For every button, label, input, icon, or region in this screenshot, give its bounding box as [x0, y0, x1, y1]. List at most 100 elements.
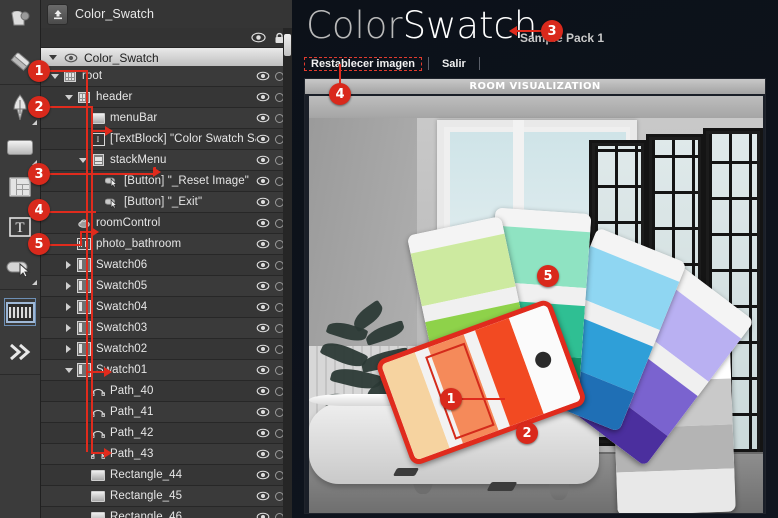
eye-icon[interactable]	[256, 71, 275, 81]
layer-row[interactable]: menuBar	[41, 108, 292, 129]
chevron-down-icon[interactable]	[63, 92, 74, 103]
viewer-header: ROOM VISUALIZATION	[305, 79, 765, 94]
toolbar-group-3	[0, 290, 40, 375]
folder-icon	[77, 258, 91, 272]
eye-icon[interactable]	[256, 491, 275, 501]
chevron-down-icon[interactable]	[49, 71, 60, 82]
eye-icon[interactable]	[256, 512, 275, 518]
chevron-right-icon[interactable]	[63, 281, 74, 292]
eye-icon[interactable]	[256, 302, 275, 312]
leader-2-h	[49, 106, 92, 108]
layer-row[interactable]: Path_41	[41, 402, 292, 423]
layer-row[interactable]: Swatch02	[41, 339, 292, 360]
eye-icon[interactable]	[256, 176, 275, 186]
layer-row[interactable]: Swatch04	[41, 297, 292, 318]
eye-icon[interactable]	[256, 281, 275, 291]
layer-row[interactable]: Path_40	[41, 381, 292, 402]
layer-row[interactable]: Swatch01	[41, 360, 292, 381]
chevron-down-icon[interactable]	[63, 365, 74, 376]
folder-icon	[77, 321, 91, 335]
eye-icon[interactable]	[256, 218, 275, 228]
eye-icon[interactable]	[256, 197, 275, 207]
eye-icon[interactable]	[256, 323, 275, 333]
swatch-fan[interactable]	[374, 207, 763, 513]
chevron-right-icon[interactable]	[63, 260, 74, 271]
eye-icon[interactable]	[256, 344, 275, 354]
rect-icon	[91, 468, 105, 482]
layer-label: Path_42	[110, 427, 154, 439]
eye-icon[interactable]	[256, 134, 275, 144]
eye-icon[interactable]	[251, 32, 266, 43]
leader-path40-h	[86, 371, 106, 373]
stack-icon	[91, 153, 105, 167]
text-icon: I	[91, 132, 105, 146]
eye-icon[interactable]	[256, 92, 275, 102]
chevron-down-icon[interactable]	[47, 52, 58, 63]
button-cursor-icon	[5, 254, 35, 280]
leader-rect44-arrow	[104, 448, 112, 458]
leader-5-arrow	[91, 227, 99, 237]
reset-image-button[interactable]: Restablecer imagen	[304, 56, 422, 71]
exit-button[interactable]: Salir	[435, 57, 473, 71]
eye-icon[interactable]	[256, 239, 275, 249]
layer-row[interactable]: Path_42	[41, 423, 292, 444]
root-layer-label: Color_Swatch	[84, 50, 159, 65]
double-chevron-right-icon	[5, 339, 35, 365]
room-viewer: ROOM VISUALIZATION 5 1 2	[304, 78, 766, 514]
layer-row[interactable]: header	[41, 87, 292, 108]
path-icon	[91, 384, 105, 398]
toolbar-stamp-tool[interactable]	[0, 2, 40, 42]
menu-bar: Restablecer imagen Salir	[304, 55, 764, 72]
chevron-right-icon[interactable]	[63, 323, 74, 334]
panel-title: Color_Swatch	[75, 7, 155, 21]
rectangle-icon	[5, 134, 35, 160]
app-window: T Color_Swatch Color_Swatch root header …	[0, 0, 778, 518]
layer-row[interactable]: stackMenu	[41, 150, 292, 171]
chevron-right-icon[interactable]	[63, 302, 74, 313]
layer-label: Swatch01	[96, 364, 148, 376]
room-photo[interactable]: 5 1 2	[309, 96, 763, 513]
layer-row[interactable]: Rectangle_44	[41, 465, 292, 486]
layers-list[interactable]: root header menuBar I [TextBlock] "Color Swa…	[41, 66, 292, 518]
toolbar-more-tools[interactable]	[0, 332, 40, 372]
root-layer-row[interactable]: Color_Swatch	[41, 48, 292, 68]
upload-icon[interactable]	[47, 3, 68, 25]
layer-row[interactable]: Swatch03	[41, 318, 292, 339]
eye-icon[interactable]	[256, 260, 275, 270]
eye-icon[interactable]	[256, 470, 275, 480]
layer-row[interactable]: Swatch05	[41, 276, 292, 297]
eye-icon[interactable]	[256, 449, 275, 459]
rect-icon	[91, 489, 105, 503]
layers-scrollbar[interactable]	[283, 28, 292, 518]
app-title: ColorSwatch	[306, 4, 537, 48]
folder-icon	[77, 300, 91, 314]
eye-icon[interactable]	[256, 113, 275, 123]
stamp-icon	[5, 9, 35, 35]
chevron-right-icon[interactable]	[63, 344, 74, 355]
eye-icon[interactable]	[256, 428, 275, 438]
layer-row[interactable]: Rectangle_45	[41, 486, 292, 507]
scrollbar-thumb[interactable]	[284, 34, 291, 56]
eye-icon[interactable]	[256, 155, 275, 165]
leader-3-h	[49, 173, 156, 175]
layer-label: photo_bathroom	[96, 238, 182, 250]
callout-1-swatch: 1	[440, 388, 462, 410]
eye-icon[interactable]	[64, 53, 78, 63]
app-title-part1: Color	[306, 4, 403, 47]
eye-icon[interactable]	[256, 365, 275, 375]
path-icon	[91, 447, 105, 461]
layer-label: Swatch02	[96, 343, 148, 355]
layer-label: Path_43	[110, 448, 154, 460]
eye-icon[interactable]	[256, 407, 275, 417]
layer-row[interactable]: Swatch06	[41, 255, 292, 276]
layer-row[interactable]: [Button] "_Exit"	[41, 192, 292, 213]
button-icon	[105, 195, 119, 209]
toolbar-rectangle-tool[interactable]	[0, 127, 40, 167]
eye-icon[interactable]	[256, 386, 275, 396]
toolbar-image-tool[interactable]	[0, 292, 40, 332]
layer-row[interactable]: Path_43	[41, 444, 292, 465]
layer-row[interactable]: roomControl	[41, 213, 292, 234]
layer-row[interactable]: I [TextBlock] "Color Swatch Sa.	[41, 129, 292, 150]
layer-row[interactable]: Rectangle_46	[41, 507, 292, 518]
